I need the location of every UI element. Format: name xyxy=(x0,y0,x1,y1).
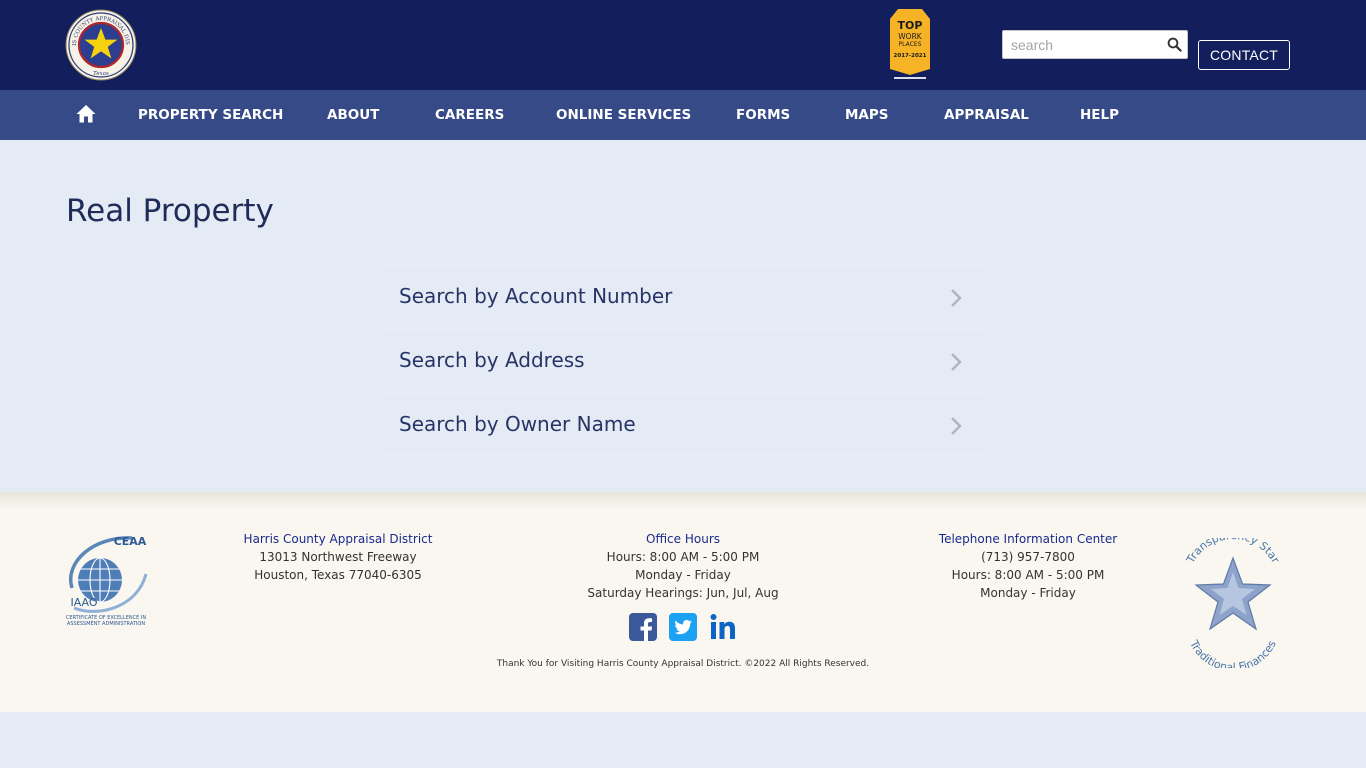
search-option-label: Search by Address xyxy=(399,348,585,372)
copyright-text: Thank You for Visiting Harris County App… xyxy=(496,659,870,669)
top-workplaces-badge: TOP WORK PLACES 2017-2021 xyxy=(890,9,930,79)
search-input[interactable] xyxy=(1003,31,1163,58)
hcad-seal-logo[interactable]: HARRIS COUNTY APPRAISAL DISTRICT Texas xyxy=(65,9,137,81)
page-title: Real Property xyxy=(66,193,274,229)
footer-office-hours-days: Monday - Friday xyxy=(635,568,731,582)
transparency-star-logo: Transparency Star Traditional Finances xyxy=(1183,538,1282,668)
nav-item-appraisal[interactable]: APPRAISAL xyxy=(944,90,1029,140)
footer-address-heading[interactable]: Harris County Appraisal District xyxy=(212,530,464,548)
footer-office-hours-saturday: Saturday Hearings: Jun, Jul, Aug xyxy=(587,586,779,600)
linkedin-icon[interactable] xyxy=(709,613,737,641)
svg-text:Traditional Finances: Traditional Finances xyxy=(1187,637,1279,668)
svg-text:TOP: TOP xyxy=(898,19,923,32)
footer-phone-days: Monday - Friday xyxy=(980,586,1076,600)
footer-phone-heading[interactable]: Telephone Information Center xyxy=(908,530,1148,548)
svg-text:WORK: WORK xyxy=(898,32,923,41)
site-search xyxy=(1002,30,1188,59)
nav-item-forms[interactable]: FORMS xyxy=(736,90,790,140)
chevron-right-icon xyxy=(951,417,962,435)
footer-address-street: 13013 Northwest Freeway xyxy=(259,550,417,564)
nav-item-online-services[interactable]: ONLINE SERVICES xyxy=(556,90,691,140)
search-option-label: Search by Account Number xyxy=(399,284,673,308)
nav-item-about[interactable]: ABOUT xyxy=(327,90,379,140)
contact-button[interactable]: CONTACT xyxy=(1198,40,1290,70)
footer-address: Harris County Appraisal District 13013 N… xyxy=(212,530,464,584)
facebook-icon[interactable] xyxy=(629,613,657,641)
ceaa-iaao-logo: CEAA IAAO CERTIFICATE OF EXCELLENCE IN A… xyxy=(66,535,148,627)
svg-text:PLACES: PLACES xyxy=(899,41,922,48)
footer-office-hours: Office Hours Hours: 8:00 AM - 5:00 PM Mo… xyxy=(543,530,823,602)
search-by-owner-name-link[interactable]: Search by Owner Name xyxy=(384,392,984,456)
footer-divider xyxy=(0,492,1366,510)
svg-text:ASSESSMENT ADMINISTRATION: ASSESSMENT ADMINISTRATION xyxy=(67,621,145,627)
nav-item-careers[interactable]: CAREERS xyxy=(435,90,504,140)
footer-phone: Telephone Information Center (713) 957-7… xyxy=(908,530,1148,602)
twitter-icon[interactable] xyxy=(669,613,697,641)
chevron-right-icon xyxy=(951,353,962,371)
svg-text:IAAO: IAAO xyxy=(70,596,97,609)
search-options-list: Search by Account Number Search by Addre… xyxy=(384,264,984,456)
search-option-label: Search by Owner Name xyxy=(399,412,636,436)
svg-text:Texas: Texas xyxy=(93,71,109,77)
footer-address-city: Houston, Texas 77040-6305 xyxy=(254,568,422,582)
site-header: HARRIS COUNTY APPRAISAL DISTRICT Texas T… xyxy=(0,0,1366,90)
nav-item-property-search[interactable]: PROPERTY SEARCH xyxy=(138,90,283,140)
search-by-address-link[interactable]: Search by Address xyxy=(384,328,984,392)
search-icon[interactable] xyxy=(1167,37,1182,52)
nav-item-maps[interactable]: MAPS xyxy=(845,90,889,140)
footer-office-hours-time: Hours: 8:00 AM - 5:00 PM xyxy=(606,550,760,564)
nav-item-help[interactable]: HELP xyxy=(1080,90,1119,140)
footer-phone-number[interactable]: (713) 957-7800 xyxy=(908,548,1148,566)
site-footer: CEAA IAAO CERTIFICATE OF EXCELLENCE IN A… xyxy=(0,492,1366,712)
search-by-account-number-link[interactable]: Search by Account Number xyxy=(384,264,984,328)
footer-phone-hours: Hours: 8:00 AM - 5:00 PM xyxy=(951,568,1105,582)
footer-office-hours-heading: Office Hours xyxy=(646,532,720,546)
main-nav: PROPERTY SEARCH ABOUT CAREERS ONLINE SER… xyxy=(0,90,1366,140)
chevron-right-icon xyxy=(951,289,962,307)
home-icon[interactable] xyxy=(76,104,96,123)
svg-text:2017-2021: 2017-2021 xyxy=(894,53,927,59)
svg-text:CEAA: CEAA xyxy=(114,535,147,548)
